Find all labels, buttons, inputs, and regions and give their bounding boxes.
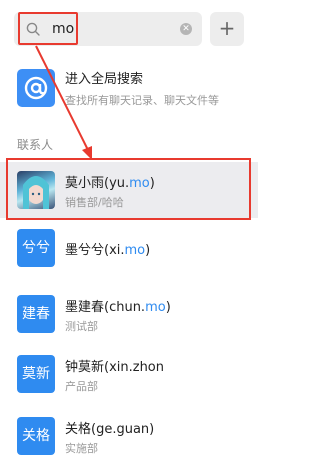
contact-item[interactable]: 莫新 钟莫新(xin.zhon 产品部 (0, 346, 258, 402)
contact-name: 钟莫新(xin.zhon (65, 360, 165, 375)
global-search-title: 进入全局搜索 (65, 72, 144, 87)
avatar: 关格 (17, 417, 55, 455)
result-highlight-box (6, 158, 251, 220)
contact-department: 产品部 (65, 380, 98, 393)
contact-department: 测试部 (65, 320, 98, 333)
avatar: 莫新 (17, 355, 55, 393)
at-sign-icon (17, 69, 55, 107)
contact-name: 墨建春(chun.mo) (65, 300, 171, 315)
global-search-subtitle: 查找所有聊天记录、聊天文件等 (65, 94, 219, 107)
contact-item[interactable]: 关格 关格(ge.guan) 实施部 (0, 408, 258, 464)
search-highlight-box (18, 12, 78, 45)
add-button[interactable]: + (210, 12, 244, 46)
contact-item[interactable]: 兮兮 墨兮兮(xi.mo) (0, 220, 258, 276)
avatar: 建春 (17, 295, 55, 333)
global-search-entry[interactable]: 进入全局搜索 查找所有聊天记录、聊天文件等 (0, 62, 258, 118)
plus-icon: + (218, 16, 236, 40)
avatar: 兮兮 (17, 229, 55, 267)
section-title-contacts: 联系人 (17, 138, 54, 152)
contact-name: 墨兮兮(xi.mo) (65, 243, 151, 258)
contact-item[interactable]: 建春 墨建春(chun.mo) 测试部 (0, 286, 258, 342)
contact-name: 关格(ge.guan) (65, 422, 155, 437)
contact-department: 实施部 (65, 442, 98, 455)
clear-icon[interactable]: ✕ (180, 23, 192, 35)
